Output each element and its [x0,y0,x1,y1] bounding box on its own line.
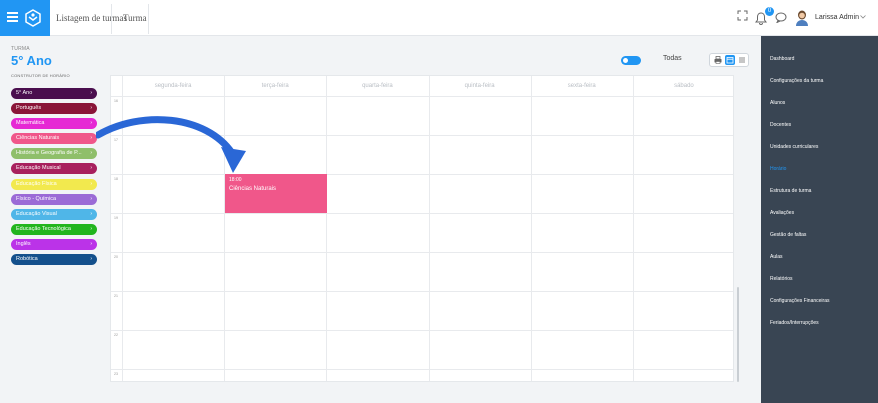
subject-pill[interactable]: Ciências Naturais › [11,133,97,145]
subject-pill[interactable]: Educação Visual › [11,208,97,220]
sidebar-item[interactable]: Horário [770,166,786,172]
list-view-icon[interactable] [737,55,747,65]
chevron-right-icon: › [90,256,92,263]
subject-pill[interactable]: Educação Física › [11,178,97,190]
chevron-right-icon: › [90,120,92,127]
sidebar-item[interactable]: Relatórios [770,276,793,282]
subject-label: Português [16,105,42,112]
grid-line [326,76,328,381]
grid-line [428,76,430,381]
day-header: sexta-feira [567,83,596,89]
notification-badge: 0 [765,7,774,16]
subject-pill[interactable]: Inglês › [11,238,97,250]
chat-icon[interactable] [775,12,787,23]
chevron-right-icon: › [90,90,92,96]
subject-pill[interactable]: Educação Tecnológica › [11,223,97,235]
user-name[interactable]: Larissa Admin [815,0,859,36]
grid-line [111,96,733,97]
subject-label: Matemática [16,120,45,127]
chevron-right-icon: › [90,165,92,172]
tab-class[interactable]: Turma [123,0,147,36]
subject-label: Educação Musical [16,165,61,172]
chevron-right-icon: › [90,180,92,187]
grid-line [111,330,733,331]
hamburger-icon[interactable] [7,12,18,22]
chevron-right-icon: › [90,150,92,157]
subject-pill[interactable]: Robótica › [11,254,97,266]
subject-label: Educação Tecnológica [16,225,71,232]
grid-line [632,76,634,381]
day-header: segunda-feira [154,83,192,89]
day-header: sábado [674,83,694,89]
subject-label: Educação Física [16,180,57,187]
tab-divider [111,4,112,34]
right-sidebar: Dashboard Configurações da turma Alunos Doc… [761,36,878,403]
chevron-right-icon: › [90,210,92,217]
chevron-right-icon: › [90,225,92,232]
time-label: 20 [114,255,118,259]
subject-pill[interactable]: Português › [11,103,97,115]
tab-class-list[interactable]: Listagem de turmas [56,0,127,36]
grid-line [111,291,733,292]
subject-label: Ciências Naturais [16,135,60,142]
chevron-right-icon: › [90,105,92,112]
chevron-right-icon: › [90,135,92,142]
grid-line [111,213,733,214]
sidebar-item[interactable]: Gestão de faltas [770,232,806,238]
scrollbar[interactable] [737,287,739,382]
subject-label: Inglês [16,240,31,247]
fullscreen-icon[interactable] [737,10,748,21]
sidebar-item[interactable]: Dashboard [770,56,794,62]
logo-icon [25,9,41,27]
sidebar-item[interactable]: Configurações da turma [770,78,823,84]
time-label: 23 [114,372,118,376]
subject-label: Educação Visual [16,210,57,217]
subject-pill[interactable]: Educação Musical › [11,163,97,175]
time-label: 19 [114,216,118,220]
chevron-down-icon[interactable] [860,15,866,19]
sidebar-item[interactable]: Aulas [770,254,783,260]
time-label: 16 [114,99,118,103]
avatar[interactable] [795,10,809,26]
grid-line [111,369,733,370]
sidebar-item[interactable]: Docentes [770,122,791,128]
chevron-right-icon: › [90,240,92,247]
subject-label: Físico - Química [16,195,57,202]
sidebar-item[interactable]: Unidades curriculares [770,144,818,150]
subject-label: 5° Ano [16,90,33,96]
sidebar-item[interactable]: Configurações Financeiras [770,298,829,304]
sidebar-item[interactable]: Alunos [770,100,785,106]
toggle-label: Todas [663,55,682,62]
calendar-view-icon[interactable] [725,55,735,65]
show-all-toggle[interactable] [621,56,641,65]
subject-label: História e Geografia de P... [16,150,82,157]
subject-pill[interactable]: Matemática › [11,118,97,130]
page-title: 5° Ano [11,53,52,68]
builder-label: CONSTRUTOR DE HORÁRIO [11,73,70,78]
sidebar-item[interactable]: Estrutura de turma [770,188,811,194]
day-header: quinta-feira [464,83,495,89]
subject-pill[interactable]: 5° Ano › [11,88,97,99]
tab-divider [148,4,149,34]
day-header: quarta-feira [362,83,393,89]
day-header: terça-feira [261,83,289,89]
subject-label: Robótica [16,256,38,263]
grid-line [530,76,532,381]
section-label: TURMA [11,46,30,52]
arrow-annotation [96,116,246,173]
menu-button[interactable] [0,0,50,36]
view-switcher [709,53,749,67]
grid-line [111,252,733,253]
top-bar: Listagem de turmas Turma 0 Larissa Admin [0,0,878,36]
time-label: 21 [114,294,118,298]
print-icon[interactable] [713,55,723,65]
subject-pill[interactable]: Físico - Química › [11,193,97,205]
subject-list: 5° Ano › Português › Matemática › Ciências Nat… [11,88,97,269]
sidebar-item[interactable]: Feriados/Interrupções [770,320,819,326]
sidebar-item[interactable]: Avaliações [770,210,794,216]
subject-pill[interactable]: História e Geografia de P... › [11,148,97,160]
chevron-right-icon: › [90,195,92,202]
time-label: 22 [114,333,118,337]
